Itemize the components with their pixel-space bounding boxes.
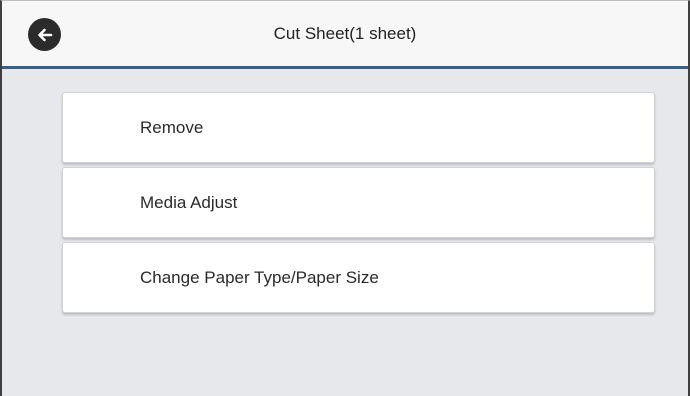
back-button[interactable]	[28, 18, 61, 51]
page-title: Cut Sheet(1 sheet)	[273, 24, 417, 43]
header-bar: Cut Sheet(1 sheet)	[2, 1, 688, 69]
printer-panel-screen: Cut Sheet(1 sheet) Remove Media Adjust C…	[0, 0, 690, 396]
menu-item-change-paper-type-size[interactable]: Change Paper Type/Paper Size	[62, 242, 655, 313]
menu-item-media-adjust[interactable]: Media Adjust	[62, 167, 655, 238]
menu-item-remove[interactable]: Remove	[62, 92, 655, 163]
arrow-left-icon	[35, 25, 55, 45]
menu-list: Remove Media Adjust Change Paper Type/Pa…	[62, 92, 655, 317]
menu-item-label: Remove	[140, 118, 204, 137]
menu-item-label: Change Paper Type/Paper Size	[140, 268, 379, 287]
menu-item-label: Media Adjust	[140, 193, 238, 212]
